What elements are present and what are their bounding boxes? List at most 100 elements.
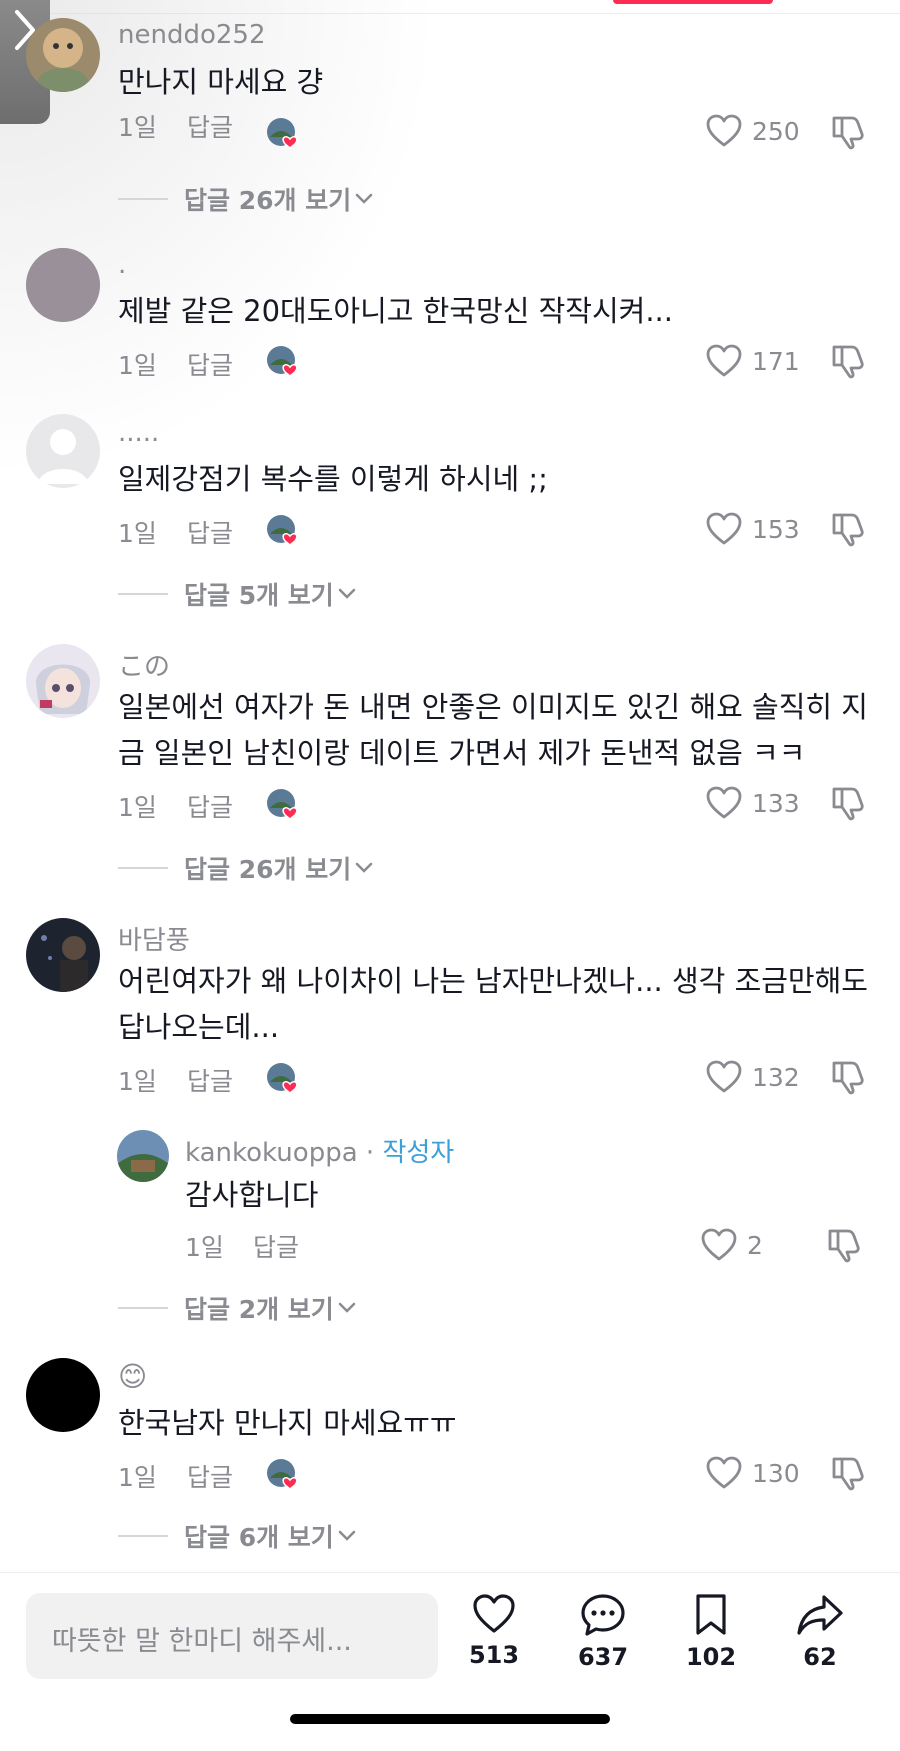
like-button[interactable]: 2 <box>701 1228 763 1262</box>
comment-time: 1일 <box>118 113 157 142</box>
comment-text: 만나지 마세요 걍 <box>118 65 324 99</box>
like-button[interactable]: 132 <box>706 1060 800 1094</box>
comment-text: 일본에선 여자가 돈 내면 안좋은 이미지도 있긴 해요 솔직히 지금 일본인 … <box>118 690 868 770</box>
top-accent-pill <box>613 0 773 4</box>
view-replies-label: 답글 26개 보기 <box>184 186 352 215</box>
reply-button[interactable]: 답글 <box>187 1458 233 1494</box>
like-button[interactable]: 171 <box>706 344 800 378</box>
chevron-down-icon <box>338 588 356 599</box>
reply-username[interactable]: kankokuoppa <box>185 1138 358 1168</box>
heart-icon <box>706 1060 742 1093</box>
comment-input-placeholder: 따뜻한 말 한마디 해주세... <box>52 1626 352 1657</box>
chevron-down-icon <box>355 862 373 873</box>
avatar[interactable] <box>26 918 100 992</box>
reply-button[interactable]: 답글 <box>187 1062 233 1098</box>
separator-dot: · <box>365 1138 375 1168</box>
comment-username[interactable]: ..... <box>118 418 159 448</box>
view-replies-label: 답글 6개 보기 <box>184 1523 334 1552</box>
view-replies-button[interactable]: 답글 5개 보기 <box>118 576 356 612</box>
reply-button[interactable]: 답글 <box>187 514 233 550</box>
heart-icon <box>706 512 742 545</box>
comment-time: 1일 <box>118 1463 157 1492</box>
comments-button[interactable]: 637 <box>563 1593 643 1671</box>
like-video-button[interactable]: 513 <box>454 1593 534 1669</box>
share-icon <box>797 1595 843 1635</box>
comment-input[interactable]: 따뜻한 말 한마디 해주세... <box>26 1593 438 1679</box>
comment-username[interactable]: . <box>118 250 126 280</box>
view-replies-button[interactable]: 답글 2개 보기 <box>118 1290 356 1326</box>
comment-time: 1일 <box>118 793 157 822</box>
heart-icon <box>473 1594 515 1633</box>
comment-username[interactable]: この <box>118 646 170 683</box>
comment-text: 제발 같은 20대도아니고 한국망신 작작시켜... <box>118 294 673 328</box>
dislike-icon[interactable] <box>830 343 866 379</box>
creator-liked-icon <box>267 1063 298 1094</box>
reply-username-row: kankokuoppa · 작성자 <box>185 1132 454 1169</box>
avatar[interactable] <box>26 18 100 92</box>
view-replies-button[interactable]: 답글 6개 보기 <box>118 1518 356 1554</box>
dislike-icon[interactable] <box>830 511 866 547</box>
comment-username[interactable]: 바담풍 <box>118 920 190 957</box>
view-replies-button[interactable]: 답글 26개 보기 <box>118 181 373 217</box>
avatar[interactable] <box>26 1358 100 1432</box>
bottom-action-bar: 따뜻한 말 한마디 해주세... 513 637 102 62 <box>0 1572 900 1751</box>
creator-liked-icon <box>267 515 298 546</box>
home-indicator <box>290 1714 610 1724</box>
like-button[interactable]: 153 <box>706 512 800 546</box>
video-like-count: 513 <box>468 1641 520 1669</box>
view-replies-button[interactable]: 답글 26개 보기 <box>118 850 373 886</box>
avatar[interactable] <box>26 414 100 488</box>
dislike-icon[interactable] <box>830 1455 866 1491</box>
comment-icon <box>581 1594 625 1636</box>
heart-icon <box>706 344 742 377</box>
comment-count: 637 <box>577 1643 629 1671</box>
heart-icon <box>706 1456 742 1489</box>
comment-text: 어린여자가 왜 나이차이 나는 남자만나겠나... 생각 조금만해도 답나오는데… <box>118 964 868 1044</box>
creator-liked-icon <box>267 346 298 377</box>
dislike-icon[interactable] <box>830 1059 866 1095</box>
comment-text: 일제강점기 복수를 이렇게 하시네 ;; <box>118 462 548 496</box>
like-count: 130 <box>752 1458 800 1488</box>
avatar[interactable] <box>26 248 100 322</box>
creator-badge: 작성자 <box>382 1138 455 1168</box>
comment-time: 1일 <box>118 519 157 548</box>
like-count: 133 <box>752 788 800 818</box>
like-button[interactable]: 133 <box>706 786 800 820</box>
creator-liked-icon <box>267 118 298 149</box>
like-count: 250 <box>752 116 800 146</box>
bookmark-count: 102 <box>685 1643 737 1671</box>
avatar[interactable] <box>26 644 100 718</box>
comment-username[interactable]: 😊 <box>118 1360 147 1393</box>
reply-button[interactable]: 답글 <box>187 346 233 382</box>
like-count: 171 <box>752 346 800 376</box>
comment-username[interactable]: nenddo252 <box>118 20 266 50</box>
creator-liked-icon <box>267 1459 298 1490</box>
dislike-icon[interactable] <box>830 785 866 821</box>
share-button[interactable]: 62 <box>780 1593 860 1671</box>
comment-text: 한국남자 만나지 마세요ㅠㅠ <box>118 1406 457 1440</box>
like-button[interactable]: 130 <box>706 1456 800 1490</box>
dislike-icon[interactable] <box>830 114 866 150</box>
heart-icon <box>706 114 742 147</box>
dislike-icon[interactable] <box>826 1227 862 1263</box>
reply-button[interactable]: 답글 <box>253 1228 299 1264</box>
avatar[interactable] <box>117 1130 169 1182</box>
view-replies-label: 답글 2개 보기 <box>184 1295 334 1324</box>
comment-time: 1일 <box>118 351 157 380</box>
reply-button[interactable]: 답글 <box>187 108 233 144</box>
view-replies-label: 답글 5개 보기 <box>184 581 334 610</box>
heart-icon <box>701 1228 737 1261</box>
bookmark-icon <box>696 1594 726 1635</box>
share-count: 62 <box>803 1643 837 1671</box>
reply-time: 1일 <box>185 1233 224 1262</box>
reply-button[interactable]: 답글 <box>187 788 233 824</box>
chevron-down-icon <box>355 193 373 204</box>
comment-time: 1일 <box>118 1067 157 1096</box>
like-count: 132 <box>752 1062 800 1092</box>
view-replies-label: 답글 26개 보기 <box>184 855 352 884</box>
like-count: 2 <box>747 1230 763 1260</box>
bookmark-button[interactable]: 102 <box>671 1593 751 1671</box>
heart-icon <box>706 786 742 819</box>
like-button[interactable]: 250 <box>706 114 800 148</box>
top-divider <box>0 13 900 14</box>
